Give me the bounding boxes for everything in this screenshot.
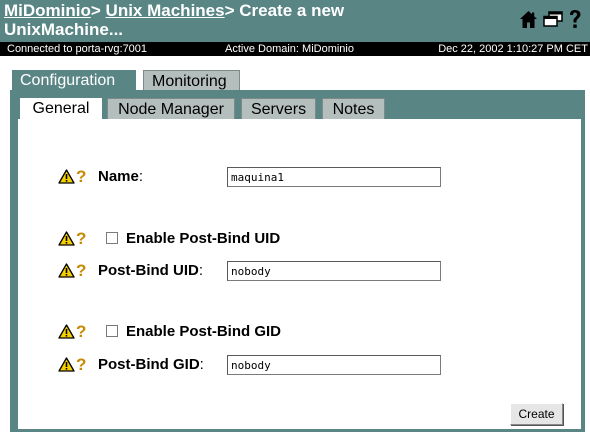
post-bind-uid-label: Post-Bind UID: xyxy=(98,261,203,279)
breadcrumb-link-domain[interactable]: MiDominio xyxy=(4,1,91,20)
create-button[interactable]: Create xyxy=(510,403,563,425)
post-bind-uid-input[interactable] xyxy=(227,261,441,281)
help-question-icon[interactable]: ? xyxy=(76,323,86,340)
enable-post-bind-uid-checkbox[interactable] xyxy=(106,232,118,244)
tab-node-manager[interactable]: Node Manager xyxy=(107,98,235,120)
warning-icon xyxy=(58,230,75,246)
help-icon[interactable] xyxy=(568,9,582,29)
help-question-icon[interactable]: ? xyxy=(76,262,86,279)
tab-servers[interactable]: Servers xyxy=(241,98,316,120)
page: MiDominio> Unix Machines> Create a new U… xyxy=(0,0,590,439)
enable-post-bind-uid-label: Enable Post-Bind UID xyxy=(126,229,281,247)
name-label: Name: xyxy=(98,167,144,185)
home-icon[interactable] xyxy=(519,10,538,29)
name-input[interactable] xyxy=(227,167,441,187)
connection-status: Connected to porta-rvg:7001 xyxy=(7,43,148,55)
help-question-icon[interactable]: ? xyxy=(76,168,86,185)
help-question-icon[interactable]: ? xyxy=(76,356,86,373)
header-icons xyxy=(519,8,582,30)
header-bar: MiDominio> Unix Machines> Create a new U… xyxy=(0,0,590,42)
warning-icon xyxy=(58,323,75,339)
post-bind-gid-input[interactable] xyxy=(227,355,441,375)
tab-notes[interactable]: Notes xyxy=(322,98,385,120)
breadcrumb: MiDominio> Unix Machines> Create a new U… xyxy=(4,1,444,39)
active-domain: Active Domain: MiDominio xyxy=(225,43,354,55)
enable-post-bind-gid-label: Enable Post-Bind GID xyxy=(126,322,282,340)
enable-uid-row: ? Enable Post-Bind UID xyxy=(58,228,280,248)
warning-icon xyxy=(58,356,75,372)
breadcrumb-separator: > xyxy=(90,1,106,20)
name-row: ? Name: xyxy=(58,166,143,186)
uid-row: ? Post-Bind UID: xyxy=(58,260,203,280)
breadcrumb-link-unix-machines[interactable]: Unix Machines xyxy=(106,1,225,20)
windows-icon[interactable] xyxy=(543,11,563,27)
enable-post-bind-gid-checkbox[interactable] xyxy=(106,325,118,337)
post-bind-gid-label: Post-Bind GID: xyxy=(98,355,204,373)
warning-icon xyxy=(58,262,75,278)
gid-row: ? Post-Bind GID: xyxy=(58,354,204,374)
status-datetime: Dec 22, 2002 1:10:27 PM CET xyxy=(438,43,588,55)
help-question-icon[interactable]: ? xyxy=(76,230,86,247)
tab-monitoring[interactable]: Monitoring xyxy=(143,70,240,92)
status-bar: Connected to porta-rvg:7001 Active Domai… xyxy=(0,42,590,56)
warning-icon xyxy=(58,168,75,184)
enable-gid-row: ? Enable Post-Bind GID xyxy=(58,321,281,341)
